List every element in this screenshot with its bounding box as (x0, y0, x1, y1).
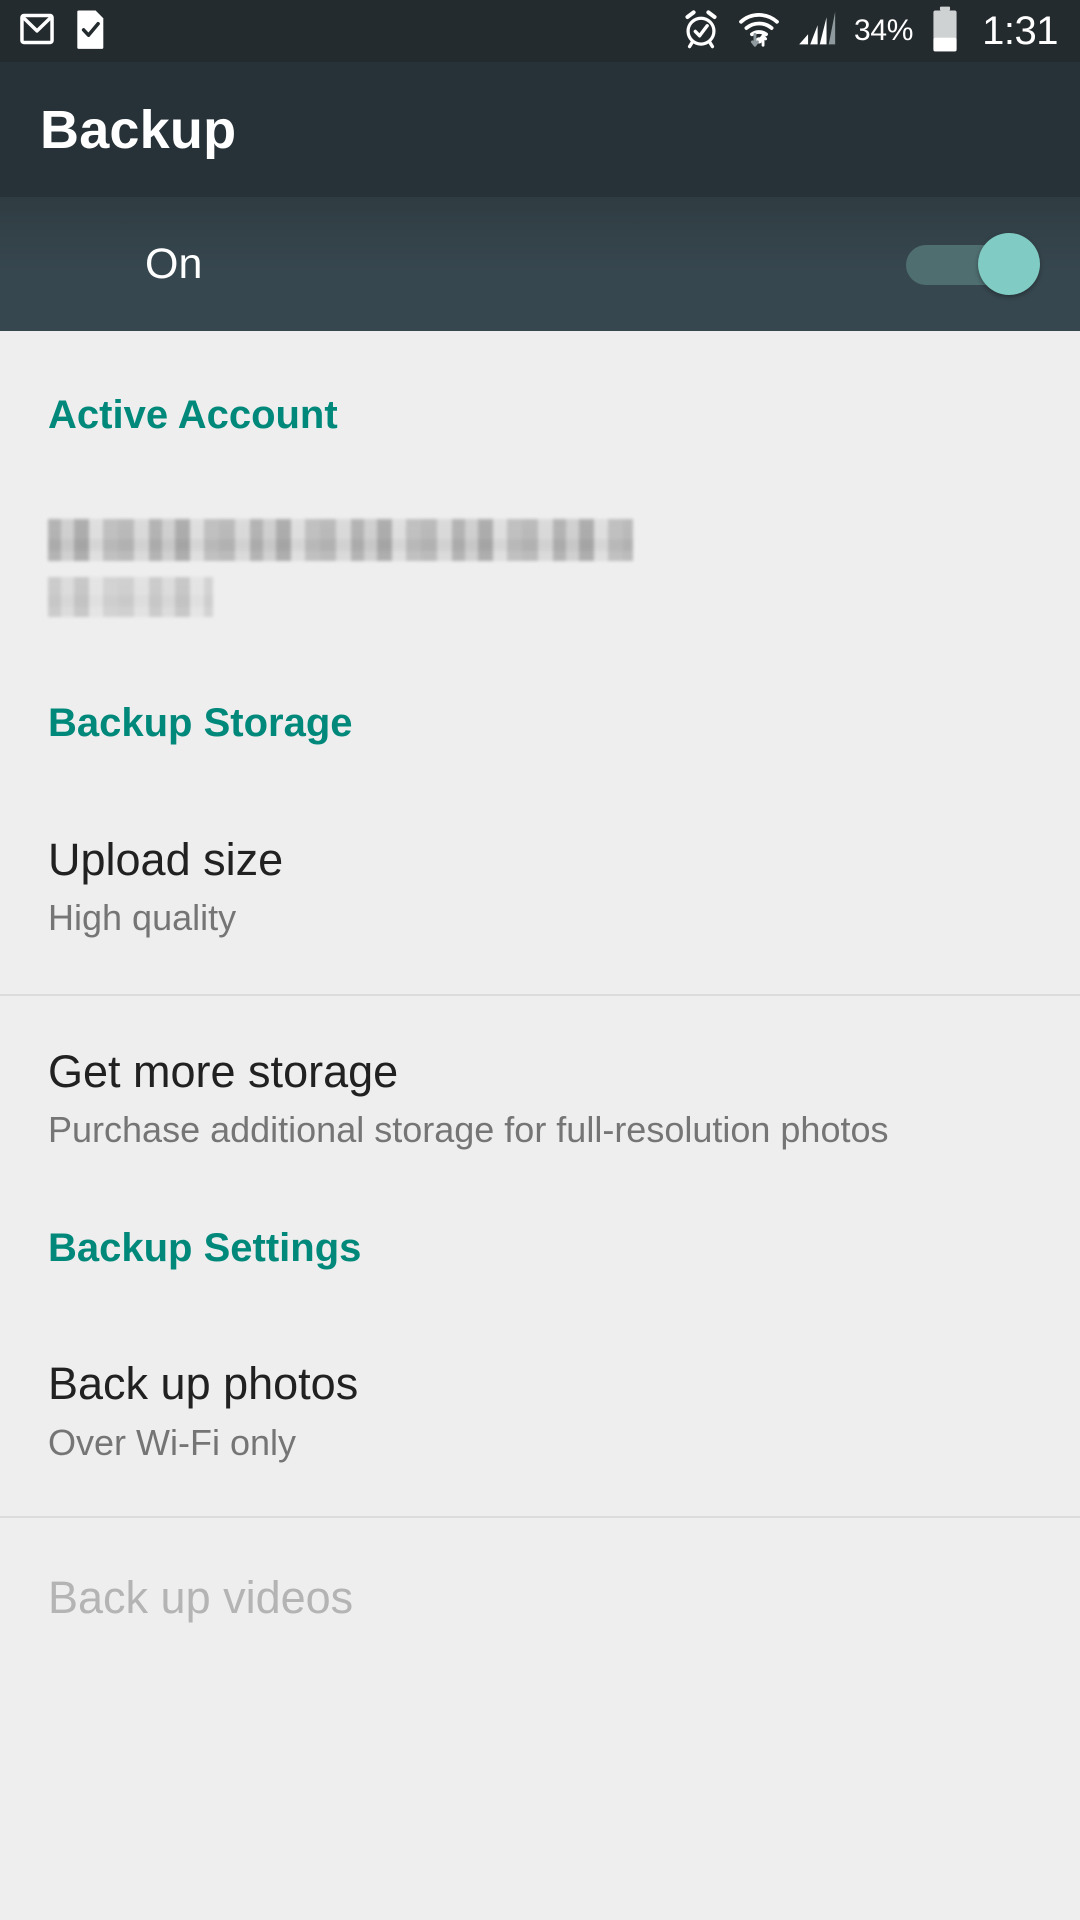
wifi-icon (738, 9, 780, 54)
account-email-redacted-line-1 (48, 519, 633, 561)
backup-master-toggle-row[interactable]: On (0, 197, 1080, 331)
page-title: Backup (40, 99, 237, 160)
file-check-icon (74, 9, 108, 54)
cellular-signal-icon (797, 10, 837, 53)
row-back-up-photos-subtitle: Over Wi-Fi only (48, 1421, 297, 1463)
status-bar-notification-icons (18, 9, 108, 54)
status-bar-system-icons: 34% 1:31 (681, 6, 1058, 57)
app-bar: Backup (0, 62, 1080, 197)
row-upload-size[interactable]: Upload size High quality (0, 836, 1080, 940)
section-header-active-account: Active Account (48, 393, 338, 437)
row-upload-size-title: Upload size (48, 834, 284, 885)
clock-label: 1:31 (982, 9, 1058, 53)
row-get-more-storage[interactable]: Get more storage Purchase additional sto… (0, 1048, 1080, 1152)
section-header-backup-storage: Backup Storage (48, 701, 353, 745)
alarm-icon (681, 9, 721, 54)
status-bar: 34% 1:31 (0, 0, 1080, 62)
row-get-more-storage-subtitle: Purchase additional storage for full-res… (48, 1109, 889, 1151)
backup-master-switch[interactable] (906, 233, 1040, 295)
battery-icon (930, 6, 960, 57)
account-email-redacted-line-2 (48, 577, 213, 617)
battery-percent-label: 34% (853, 14, 914, 47)
row-back-up-photos[interactable]: Back up photos Over Wi-Fi only (0, 1360, 1080, 1464)
phone-screen: 34% 1:31 Backup On Active Account Backup… (0, 0, 1080, 1920)
row-back-up-videos[interactable]: Back up videos (0, 1572, 1080, 1624)
switch-thumb (978, 233, 1040, 295)
row-back-up-photos-title: Back up photos (48, 1358, 359, 1410)
section-header-backup-settings: Backup Settings (48, 1226, 362, 1271)
row-get-more-storage-title: Get more storage (48, 1046, 399, 1098)
backup-master-toggle-label: On (145, 239, 203, 288)
active-account-value[interactable] (0, 519, 1080, 617)
row-upload-size-subtitle: High quality (48, 897, 237, 939)
settings-list: Active Account Backup Storage Upload siz… (0, 331, 1080, 1920)
gmail-icon (18, 10, 56, 53)
row-back-up-videos-title: Back up videos (48, 1572, 354, 1624)
